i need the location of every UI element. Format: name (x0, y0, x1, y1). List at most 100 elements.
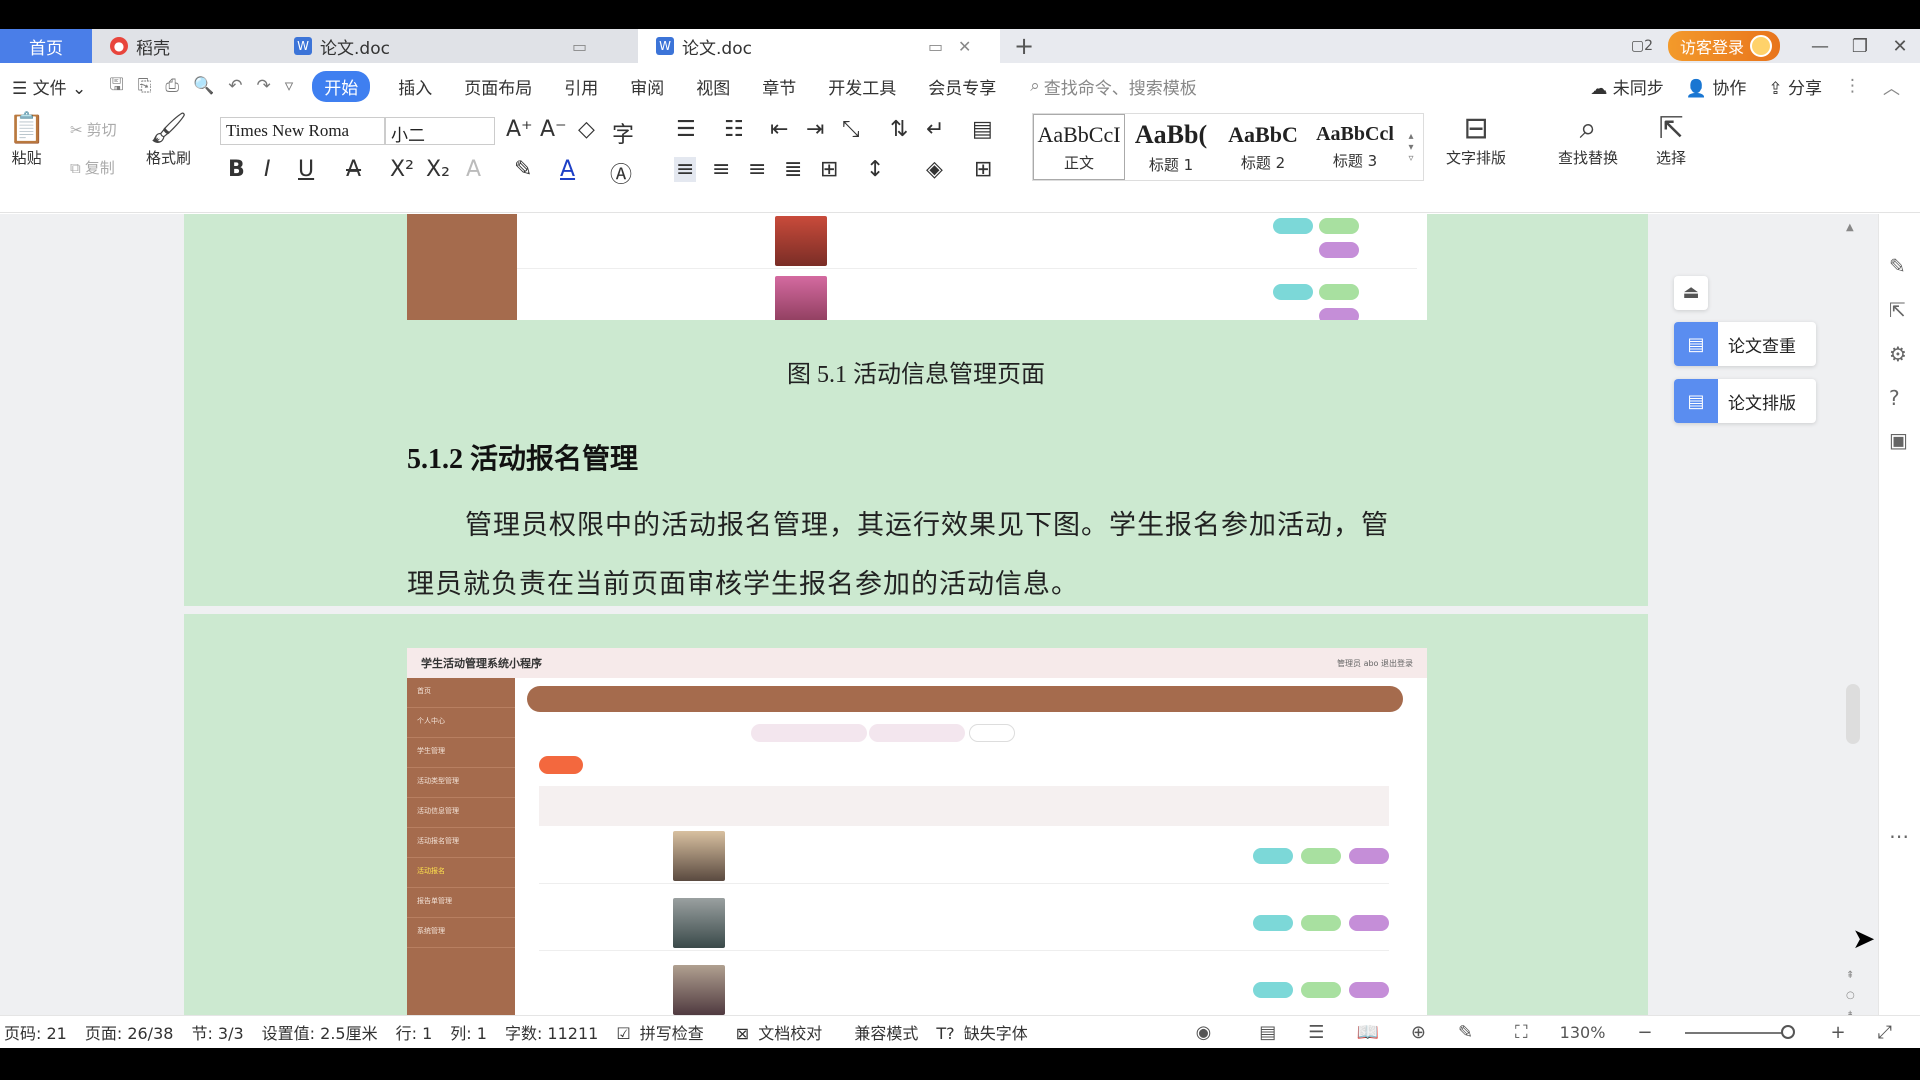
shrink-font-icon[interactable]: A⁻ (540, 117, 567, 142)
menu-tab-page-layout[interactable]: 页面布局 (464, 74, 532, 99)
page-nav-icon[interactable]: ⇞○⇟ (1846, 966, 1855, 1015)
monitor-icon[interactable]: ▭ (928, 37, 943, 56)
text-effect-icon[interactable]: A (466, 157, 481, 182)
monitor-icon[interactable]: ▭ (572, 37, 587, 56)
more-options-icon[interactable]: ⋮ (1844, 76, 1861, 96)
home-tab[interactable]: 首页 (0, 29, 92, 63)
pointer-icon[interactable]: ⇱ (1889, 298, 1906, 322)
collaborate-button[interactable]: 👤 协作 (1686, 74, 1747, 99)
style-gallery-scroll[interactable]: ▴ ▾ ▿ (1401, 114, 1421, 180)
font-name-select[interactable]: Times New Roma (220, 117, 385, 145)
status-words[interactable]: 字数: 11211 (505, 1020, 598, 1044)
font-size-select[interactable]: 小二 (385, 117, 495, 146)
zoom-in-icon[interactable]: + (1831, 1022, 1846, 1043)
underline-icon[interactable]: U (298, 157, 314, 182)
highlight-icon[interactable]: ✎ (514, 157, 532, 182)
zoom-slider[interactable] (1684, 1024, 1795, 1039)
show-marks-icon[interactable]: ↵ (926, 117, 944, 142)
help-icon[interactable]: ? (1889, 386, 1900, 410)
shading-icon[interactable]: ◈ (926, 157, 943, 182)
menu-tab-home[interactable]: 开始 (312, 70, 371, 102)
superscript-icon[interactable]: X² (390, 157, 414, 182)
align-left-icon[interactable]: ≡ (674, 157, 697, 182)
print-preview-icon[interactable]: 🔍 (193, 76, 214, 96)
menu-tab-view[interactable]: 视图 (696, 74, 730, 99)
tab-docer[interactable]: ● 稻壳 (92, 29, 276, 63)
status-page[interactable]: 页面: 26/38 (85, 1020, 174, 1044)
close-window-icon[interactable]: ✕ (1880, 36, 1920, 57)
more-quick-access-icon[interactable]: ▿ (285, 76, 294, 96)
find-replace-button[interactable]: ⌕ 查找替换 (1558, 111, 1618, 168)
select-button[interactable]: ⇱ 选择 (1656, 111, 1686, 168)
style-heading-2[interactable]: AaBbC 标题 2 (1217, 114, 1309, 180)
new-tab-plus-icon[interactable]: + (1014, 32, 1034, 60)
format-painter-button[interactable]: 🖌 格式刷 (146, 111, 191, 168)
window-count-icon[interactable]: ▢2 (1616, 38, 1668, 54)
paste-button[interactable]: 📋 粘贴 (8, 111, 45, 168)
print-icon[interactable]: ⎙ (165, 76, 179, 96)
bold-icon[interactable]: B (228, 157, 245, 182)
increase-indent-icon[interactable]: ⇥ (806, 117, 824, 142)
redo-icon[interactable]: ↷ (256, 76, 270, 96)
sync-button[interactable]: ☁ 未同步 (1590, 74, 1663, 99)
spell-check-button[interactable]: ☑ 拼写检查 (616, 1020, 717, 1044)
cut-button[interactable]: ✂ 剪切 (70, 119, 117, 140)
menu-tab-review[interactable]: 审阅 (630, 74, 664, 99)
undo-icon[interactable]: ↶ (228, 76, 242, 96)
ruler-icon[interactable]: ▤ (972, 117, 993, 142)
numbered-list-icon[interactable]: ☷ (724, 117, 744, 142)
eye-protect-icon[interactable]: ◉ (1196, 1022, 1212, 1043)
sort-icon[interactable]: ⇅ (890, 117, 908, 142)
collapse-ribbon-icon[interactable]: ︿ (1883, 74, 1900, 99)
pen-icon[interactable]: ✎ (1889, 254, 1906, 278)
guest-login-button[interactable]: 访客登录 (1667, 31, 1780, 61)
text-direction-icon[interactable]: ⤡ (842, 117, 860, 142)
font-color-icon[interactable]: A (560, 157, 575, 182)
share-button[interactable]: ⇪ 分享 (1768, 74, 1822, 99)
align-center-icon[interactable]: ≡ (712, 157, 730, 182)
minimize-icon[interactable]: — (1800, 36, 1840, 57)
command-search[interactable]: ⌕ 查找命令、搜索模板 (1030, 74, 1197, 99)
menu-tab-references[interactable]: 引用 (564, 74, 598, 99)
close-tab-icon[interactable]: ✕ (958, 37, 971, 56)
justify-icon[interactable]: ≣ (784, 157, 802, 182)
proofread-button[interactable]: ⊠ 文档校对 (736, 1020, 837, 1044)
tab-document-2-active[interactable]: W 论文.doc ▭ ✕ (638, 29, 1000, 63)
strikethrough-icon[interactable]: A (346, 157, 361, 182)
document-canvas[interactable]: 图 5.1 活动信息管理页面 5.1.2 活动报名管理 管理员权限中的活动报名管… (0, 214, 1878, 1015)
scroll-up-icon[interactable]: ▲ (1846, 222, 1854, 233)
subscript-icon[interactable]: X₂ (426, 157, 450, 182)
zoom-level[interactable]: 130% (1560, 1023, 1606, 1042)
read-view-icon[interactable]: 📖 (1356, 1022, 1378, 1043)
text-layout-button[interactable]: ⊟ 文字排版 (1446, 111, 1506, 168)
decrease-indent-icon[interactable]: ⇤ (770, 117, 788, 142)
tab-document-1[interactable]: W 论文.doc ▭ (276, 29, 638, 63)
fullscreen-icon[interactable]: ⤢ (1878, 1022, 1892, 1043)
copy-button[interactable]: ⧉ 复制 (70, 157, 115, 178)
menu-tab-member[interactable]: 会员专享 (928, 74, 996, 99)
phonetic-guide-icon[interactable]: 字 (612, 117, 634, 149)
zoom-out-icon[interactable]: − (1637, 1022, 1652, 1043)
restore-icon[interactable]: ❐ (1840, 36, 1880, 57)
align-right-icon[interactable]: ≡ (748, 157, 766, 182)
outline-view-icon[interactable]: ☰ (1308, 1022, 1324, 1043)
menu-tab-developer[interactable]: 开发工具 (828, 74, 896, 99)
thesis-check-button[interactable]: ▤ 论文查重 (1674, 322, 1816, 366)
italic-icon[interactable]: I (264, 157, 271, 182)
more-tools-icon[interactable]: ⋯ (1889, 824, 1909, 848)
clear-format-icon[interactable]: ◇ (578, 117, 595, 142)
style-normal[interactable]: AaBbCcI 正文 (1033, 114, 1125, 180)
save-icon[interactable]: 🖫 (109, 72, 123, 101)
page-view-icon[interactable]: ▤ (1259, 1022, 1276, 1043)
zoom-slider-handle[interactable] (1780, 1024, 1795, 1039)
thesis-format-button[interactable]: ▤ 论文排版 (1674, 379, 1816, 423)
missing-font-button[interactable]: T? 缺失字体 (936, 1020, 1041, 1044)
grow-font-icon[interactable]: A⁺ (506, 117, 533, 142)
adjust-icon[interactable]: ⚙ (1889, 342, 1907, 366)
vertical-scrollbar-thumb[interactable] (1846, 684, 1860, 744)
web-view-icon[interactable]: ⊕ (1411, 1022, 1426, 1043)
borders-icon[interactable]: ⊞ (974, 157, 992, 182)
distribute-icon[interactable]: ⊞ (820, 157, 838, 182)
line-spacing-icon[interactable]: ↕ (866, 157, 884, 182)
menu-tab-insert[interactable]: 插入 (398, 74, 432, 99)
